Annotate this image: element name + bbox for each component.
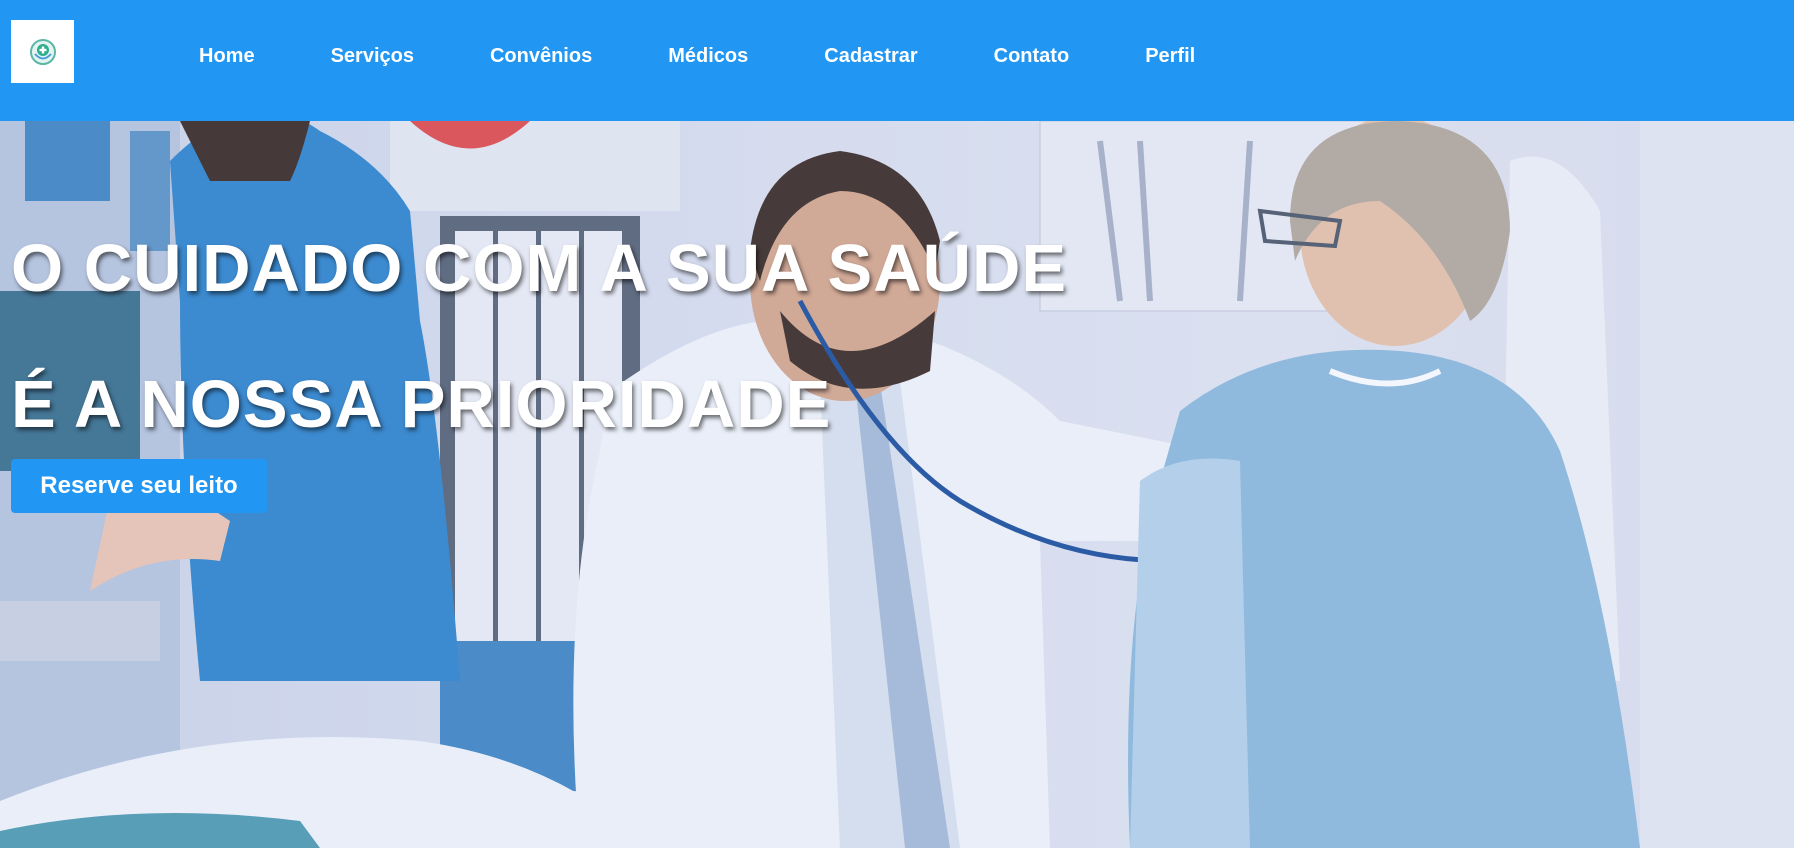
nav-home[interactable]: Home xyxy=(199,45,255,68)
reserve-bed-button[interactable]: Reserve seu leito xyxy=(11,459,267,513)
nav-convenios[interactable]: Convênios xyxy=(490,45,592,68)
main-nav: Home Serviços Convênios Médicos Cadastra… xyxy=(199,45,1271,68)
hero-headline-line2: É A NOSSA PRIORIDADE xyxy=(11,367,832,442)
nav-medicos[interactable]: Médicos xyxy=(668,45,748,68)
logo[interactable] xyxy=(11,20,74,83)
nav-contato[interactable]: Contato xyxy=(994,45,1070,68)
hero-headline-line1: O CUIDADO COM A SUA SAÚDE xyxy=(11,231,1068,306)
navbar: Home Serviços Convênios Médicos Cadastra… xyxy=(0,0,1794,121)
hero-banner: O CUIDADO COM A SUA SAÚDE É A NOSSA PRIO… xyxy=(0,121,1794,848)
nav-perfil[interactable]: Perfil xyxy=(1145,45,1195,68)
hospital-cross-icon xyxy=(29,38,56,65)
nav-servicos[interactable]: Serviços xyxy=(331,45,414,68)
nav-cadastrar[interactable]: Cadastrar xyxy=(824,45,917,68)
